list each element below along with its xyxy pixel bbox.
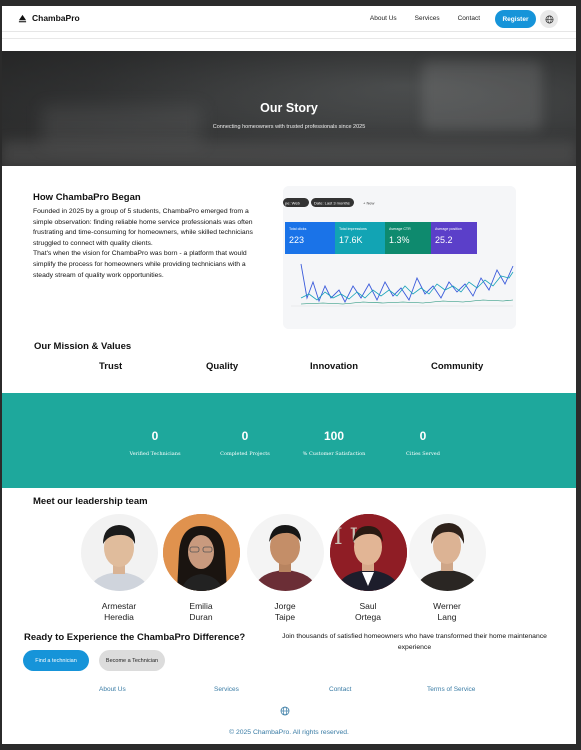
metric-card-position: Average position 25.2 <box>431 222 477 254</box>
value-innovation: Innovation <box>310 361 359 372</box>
find-technician-button[interactable]: Find a technician <box>23 650 89 671</box>
page: ChambaPro About Us Services Contact Regi… <box>2 6 576 744</box>
story-text: Founded in 2025 by a group of 5 students… <box>33 207 261 281</box>
logo-text: ChambaPro <box>32 13 80 23</box>
hero-subtitle: Connecting homeowners with trusted profe… <box>212 124 366 130</box>
avatar <box>162 514 240 591</box>
mission-title: Our Mission & Values <box>34 341 132 352</box>
filter-chip-type: pe: Web <box>285 201 301 206</box>
nav-links: About Us Services Contact <box>370 15 480 22</box>
footer-link-about[interactable]: About Us <box>99 686 126 693</box>
member-name: Emilia Duran <box>189 601 213 622</box>
new-filter: + New <box>363 201 375 206</box>
nav-link-about[interactable]: About Us <box>370 15 397 22</box>
member-name: Jorge Taipe <box>274 601 296 622</box>
register-button[interactable]: Register <box>495 10 536 28</box>
globe-icon <box>545 15 553 23</box>
avatar: I U <box>329 514 407 591</box>
avatar <box>246 514 324 591</box>
globe-icon[interactable] <box>280 706 290 716</box>
value-quality: Quality <box>206 361 239 372</box>
stat-cities: 0 Cities Served <box>368 429 478 457</box>
story-paragraph-1: Founded in 2025 by a group of 5 students… <box>33 208 253 247</box>
footer-link-terms[interactable]: Terms of Service <box>427 686 475 693</box>
svg-text:Total clicks: Total clicks <box>289 227 307 231</box>
stat-label: Cities Served <box>406 451 440 457</box>
svg-text:25.2: 25.2 <box>435 235 453 245</box>
logo-icon <box>18 14 27 22</box>
value-trust: Trust <box>99 361 123 372</box>
story-paragraph-2: That's when the vision for ChambaPro was… <box>33 250 247 279</box>
copyright: © 2025 ChambaPro. All rights reserved. <box>229 729 349 736</box>
logo[interactable]: ChambaPro <box>18 13 80 23</box>
nav-link-contact[interactable]: Contact <box>458 15 480 22</box>
nav-link-services[interactable]: Services <box>415 15 440 22</box>
team-member-emilia: Emilia Duran <box>161 514 241 622</box>
metric-card-impressions: Total impressions 17.6K <box>335 222 385 254</box>
stats-band: 0 Verified Technicians 0 Completed Proje… <box>2 393 576 488</box>
top-nav: ChambaPro About Us Services Contact Regi… <box>2 6 576 32</box>
member-name: Saul Ortega <box>355 601 381 622</box>
svg-text:17.6K: 17.6K <box>339 235 363 245</box>
analytics-dashboard-image: pe: Web Date: Last 3 months + New Total … <box>283 186 516 329</box>
svg-text:1.3%: 1.3% <box>389 235 410 245</box>
stat-value: 0 <box>419 429 427 443</box>
footer-link-services[interactable]: Services <box>214 686 239 693</box>
language-button[interactable] <box>540 10 558 28</box>
team-title: Meet our leadership team <box>33 496 148 507</box>
footer-link-contact[interactable]: Contact <box>329 686 351 693</box>
avatar <box>408 514 486 591</box>
become-technician-button[interactable]: Become a Technician <box>99 650 165 671</box>
avatar <box>80 514 158 591</box>
svg-text:Average CTR: Average CTR <box>389 227 411 231</box>
hero-banner: Our Story Connecting homeowners with tru… <box>2 51 576 166</box>
team-member-armestar: Armestar Heredia <box>79 514 159 622</box>
member-name: Armestar Heredia <box>101 601 137 622</box>
cta-title: Ready to Experience the ChambaPro Differ… <box>24 632 246 643</box>
hero-title: Our Story <box>260 101 318 115</box>
metric-card-clicks: Total clicks 223 <box>285 222 335 254</box>
member-name: Werner Lang <box>433 601 461 622</box>
svg-text:Average position: Average position <box>435 227 462 231</box>
svg-text:223: 223 <box>289 235 304 245</box>
divider <box>2 38 576 39</box>
svg-text:Total impressions: Total impressions <box>339 227 367 231</box>
metric-card-ctr: Average CTR 1.3% <box>385 222 431 254</box>
cta-text: Join thousands of satisfied homeowners w… <box>282 633 547 651</box>
team-member-werner: Werner Lang <box>407 514 487 622</box>
team-member-saul: I U Saul Ortega <box>328 514 408 622</box>
story-title: How ChambaPro Began <box>33 192 141 203</box>
team-member-jorge: Jorge Taipe <box>245 514 325 622</box>
filter-chip-date: Date: Last 3 months <box>314 201 350 206</box>
value-community: Community <box>431 361 484 372</box>
